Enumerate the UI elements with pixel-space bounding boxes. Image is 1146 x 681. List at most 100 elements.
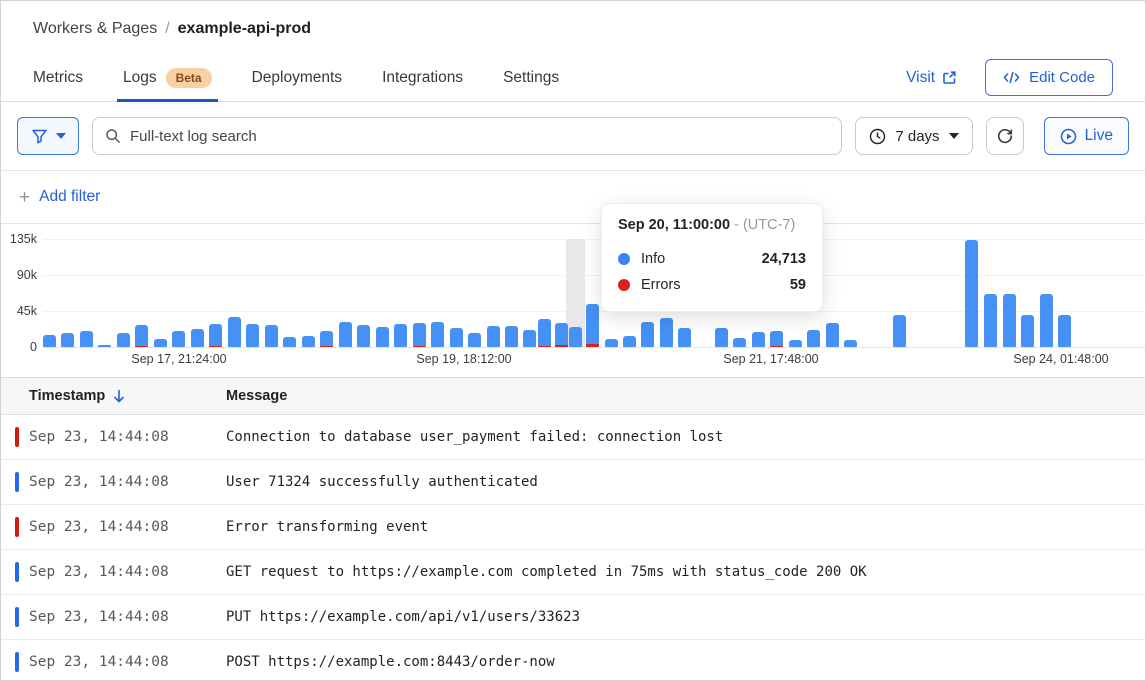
tooltip-time: Sep 20, 11:00:00 <box>618 217 730 233</box>
breadcrumb-section[interactable]: Workers & Pages <box>33 20 157 38</box>
chart-bar[interactable] <box>228 317 241 347</box>
chart-bar[interactable] <box>807 330 820 347</box>
chart-bar[interactable] <box>376 327 389 347</box>
chart-bar[interactable] <box>98 345 111 347</box>
tab-logs[interactable]: LogsBeta <box>123 68 212 88</box>
sort-descending-icon[interactable] <box>113 389 125 403</box>
chart-bar[interactable] <box>523 330 536 347</box>
tab-deployments[interactable]: Deployments <box>252 68 342 88</box>
chart-bar[interactable] <box>431 322 444 347</box>
log-message: POST https://example.com:8443/order-now <box>226 654 555 670</box>
chart-bar[interactable] <box>623 336 636 347</box>
chart-bar[interactable] <box>1040 294 1053 347</box>
legend-dot-errors <box>618 279 630 291</box>
log-search-input[interactable] <box>130 128 829 145</box>
message-column-header[interactable]: Message <box>226 388 287 404</box>
chart-bar[interactable] <box>61 333 74 347</box>
filter-dropdown-button[interactable] <box>17 117 79 155</box>
chart-bar[interactable] <box>965 240 978 347</box>
chart-bar[interactable] <box>641 322 654 347</box>
chart-bar[interactable] <box>844 340 857 347</box>
search-box <box>92 117 842 155</box>
chart-bar[interactable] <box>487 326 500 347</box>
severity-indicator-error <box>15 517 19 537</box>
chart-bar[interactable] <box>154 339 167 347</box>
chart-bar[interactable] <box>505 326 518 347</box>
chart-bar[interactable] <box>283 337 296 347</box>
chart-bar[interactable] <box>789 340 802 347</box>
add-filter-link[interactable]: Add filter <box>39 188 100 206</box>
chart-bar-error-segment <box>770 346 783 347</box>
tooltip-series-label: Info <box>641 251 665 267</box>
tooltip-series-label: Errors <box>641 277 680 293</box>
x-axis-tick: Sep 17, 21:24:00 <box>131 352 226 366</box>
log-table-row[interactable]: Sep 23, 14:44:08Connection to database u… <box>1 415 1145 460</box>
chart-bar[interactable] <box>893 315 906 347</box>
visit-label: Visit <box>906 69 935 87</box>
chart-bar[interactable] <box>117 333 130 347</box>
tooltip-series-row: Info24,713 <box>618 246 806 272</box>
chart-bar[interactable] <box>43 335 56 347</box>
chart-bar[interactable] <box>1003 294 1016 347</box>
chart-bar[interactable] <box>468 333 481 347</box>
chart-bar[interactable] <box>1058 315 1071 347</box>
chart-bar[interactable] <box>413 323 426 347</box>
log-timestamp: Sep 23, 14:44:08 <box>29 654 212 670</box>
chart-bar[interactable] <box>660 318 673 347</box>
chart-bar[interactable] <box>172 331 185 347</box>
chart-bar-hovered[interactable] <box>569 327 582 347</box>
tab-label: Metrics <box>33 69 83 87</box>
code-icon <box>1003 71 1020 84</box>
chart-bar[interactable] <box>302 336 315 347</box>
edit-code-button[interactable]: Edit Code <box>985 59 1113 96</box>
chart-bar[interactable] <box>450 328 463 347</box>
tooltip-rows: Info24,713Errors59 <box>618 246 806 298</box>
chart-bar[interactable] <box>770 331 783 347</box>
chart-bar[interactable] <box>80 331 93 347</box>
chart-bar[interactable] <box>678 328 691 347</box>
chart-bar[interactable] <box>555 323 568 347</box>
chart-bar[interactable] <box>1021 315 1034 347</box>
chart-bar[interactable] <box>265 325 278 347</box>
log-table-row[interactable]: Sep 23, 14:44:08GET request to https://e… <box>1 550 1145 595</box>
chart-bar[interactable] <box>209 324 222 347</box>
chart-bar[interactable] <box>320 331 333 347</box>
external-link-icon <box>942 70 957 85</box>
time-range-select[interactable]: 7 days <box>855 117 972 155</box>
refresh-button[interactable] <box>986 117 1024 155</box>
time-range-value: 7 days <box>895 128 939 145</box>
visit-link[interactable]: Visit <box>906 69 957 87</box>
log-table-row[interactable]: Sep 23, 14:44:08Error transforming event <box>1 505 1145 550</box>
x-axis-tick: Sep 21, 17:48:00 <box>723 352 818 366</box>
log-table-row[interactable]: Sep 23, 14:44:08 POST https://example.com… <box>1 640 1145 681</box>
tab-integrations[interactable]: Integrations <box>382 68 463 88</box>
chart-bar[interactable] <box>586 304 599 347</box>
chart-bar[interactable] <box>394 324 407 347</box>
timestamp-header-label: Timestamp <box>29 388 105 404</box>
tabs-row: Metrics LogsBeta Deployments Integrations Se… <box>33 59 1113 96</box>
tab-settings[interactable]: Settings <box>503 68 559 88</box>
chart-bar[interactable] <box>826 323 839 347</box>
chart-bar[interactable] <box>752 332 765 347</box>
log-table-row[interactable]: Sep 23, 14:44:08User 71324 successfully … <box>1 460 1145 505</box>
log-timestamp: Sep 23, 14:44:08 <box>29 429 212 445</box>
chart-bar[interactable] <box>246 324 259 347</box>
log-table-row[interactable]: Sep 23, 14:44:08PUT https://example.com/… <box>1 595 1145 640</box>
x-axis-tick: Sep 24, 01:48:00 <box>1013 352 1108 366</box>
tooltip-series-row: Errors59 <box>618 272 806 298</box>
chart-bar[interactable] <box>605 339 618 347</box>
tab-label: Logs <box>123 69 157 87</box>
chart-bar[interactable] <box>538 319 551 347</box>
chart-bar[interactable] <box>733 338 746 347</box>
chart-bar[interactable] <box>339 322 352 347</box>
timestamp-column-header[interactable]: Timestamp <box>29 388 226 404</box>
chart-bar[interactable] <box>715 328 728 347</box>
chart-bar[interactable] <box>984 294 997 347</box>
chevron-down-icon <box>949 133 959 139</box>
tab-metrics[interactable]: Metrics <box>33 68 83 88</box>
live-button[interactable]: Live <box>1044 117 1129 155</box>
chart-bar[interactable] <box>357 325 370 347</box>
chart-bar[interactable] <box>191 329 204 347</box>
chart-bar[interactable] <box>135 325 148 347</box>
chart-bar-error-segment <box>538 346 551 347</box>
